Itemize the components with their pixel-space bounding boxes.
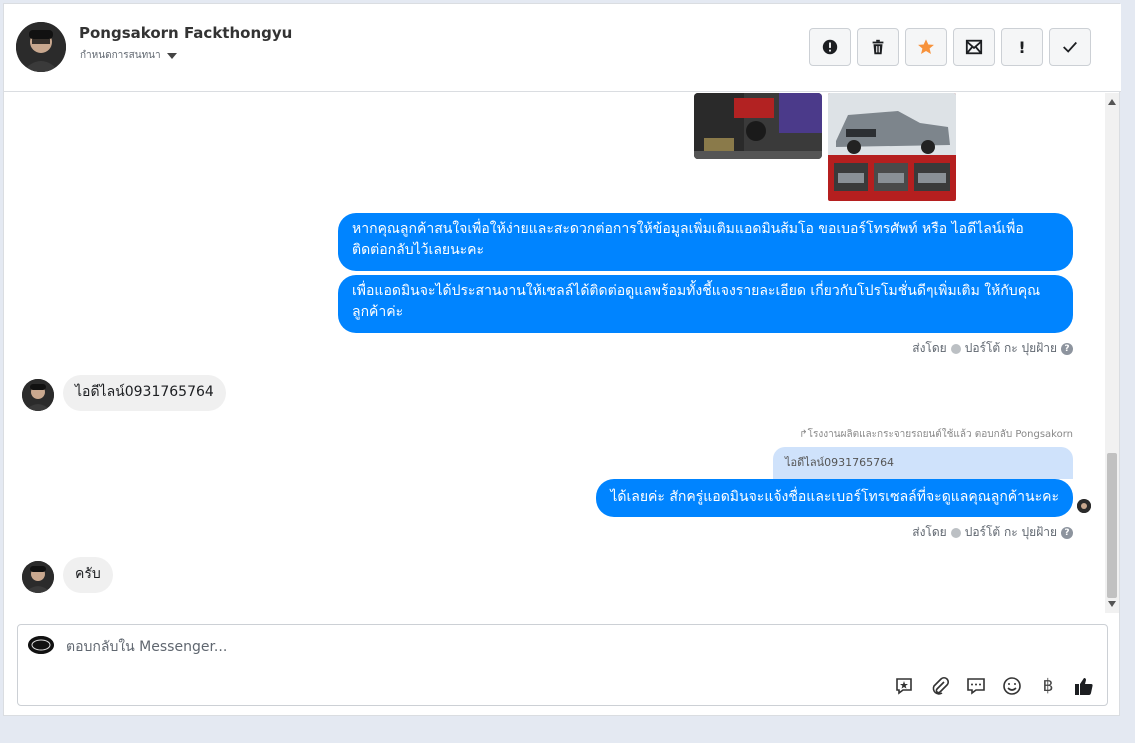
inbox-conversation-window: Pongsakorn Fackthongyu กำหนดการสนทนา ! ห… (3, 3, 1121, 716)
outgoing-message[interactable]: หากคุณลูกค้าสนใจเพื่อให้ง่ายและสะดวกต่อก… (338, 213, 1073, 271)
contact-name[interactable]: Pongsakorn Fackthongyu (79, 24, 292, 42)
assign-label: กำหนดการสนทนา (80, 50, 161, 61)
reply-composer: ฿ (17, 624, 1108, 706)
mark-unread-button[interactable] (953, 28, 995, 66)
attachment-icon (932, 676, 950, 695)
page-badge-icon (950, 527, 961, 538)
scroll-up-arrow-icon[interactable] (1108, 99, 1116, 105)
sender-name[interactable]: ปอร์โต้ กะ ปุยฝ้าย (965, 339, 1057, 358)
saved-reply-icon (896, 678, 912, 695)
comment-button[interactable] (965, 675, 987, 697)
page-badge-icon (950, 343, 961, 354)
mark-spam-icon (822, 39, 838, 55)
sent-by-info: ส่งโดย ปอร์โต้ กะ ปุยฝ้าย ? (912, 523, 1073, 542)
contact-avatar[interactable] (16, 22, 66, 72)
message-thread[interactable]: หากคุณลูกค้าสนใจเพื่อให้ง่ายและสะดวกต่อก… (4, 93, 1121, 613)
composer-tools: ฿ (893, 675, 1095, 697)
reply-input[interactable] (66, 637, 766, 657)
quoted-message[interactable]: ไอดีไลน์0931765764 (773, 447, 1073, 479)
baht-currency-icon: ฿ (1042, 676, 1054, 696)
sent-by-label: ส่งโดย (912, 525, 947, 539)
reply-context-note: ↱โรงงานผลิตและกระจายรถยนต์ใช้แล้ว ตอบกลั… (799, 429, 1073, 440)
assign-conversation-dropdown[interactable]: กำหนดการสนทนา (80, 48, 177, 63)
chevron-down-icon (166, 52, 177, 59)
seen-avatar (1077, 499, 1091, 513)
sender-name[interactable]: ปอร์โต้ กะ ปุยฝ้าย (965, 523, 1057, 542)
sent-by-label: ส่งโดย (912, 341, 947, 355)
mark-important-button[interactable]: ! (1001, 28, 1043, 66)
send-like-button[interactable] (1073, 675, 1095, 697)
scroll-down-arrow-icon[interactable] (1108, 601, 1116, 607)
outgoing-message[interactable]: เพื่อแอดมินจะได้ประสานงานให้เซลล์ได้ติดต… (338, 275, 1073, 333)
done-check-icon (1063, 41, 1077, 53)
mark-unread-icon (965, 39, 983, 55)
mark-spam-button[interactable] (809, 28, 851, 66)
thread-scrollbar[interactable] (1105, 93, 1119, 613)
page-avatar (28, 636, 54, 654)
star-icon (918, 39, 934, 55)
sent-by-info: ส่งโดย ปอร์โต้ กะ ปุยฝ้าย ? (912, 339, 1073, 358)
comment-icon (967, 678, 985, 695)
scroll-thumb[interactable] (1107, 453, 1117, 598)
contact-avatar-small[interactable] (22, 379, 54, 411)
exclamation-icon: ! (1018, 37, 1026, 57)
shared-photo-pickup-truck[interactable] (828, 93, 956, 201)
shared-photo-interior[interactable] (694, 93, 822, 159)
delete-button[interactable] (857, 28, 899, 66)
conversation-actions: ! (809, 28, 1091, 66)
star-button[interactable] (905, 28, 947, 66)
trash-icon (872, 39, 884, 55)
emoji-icon (1003, 677, 1021, 695)
incoming-message[interactable]: ครับ (63, 557, 113, 593)
conversation-header: Pongsakorn Fackthongyu กำหนดการสนทนา ! (4, 4, 1121, 92)
incoming-message[interactable]: ไอดีไลน์0931765764 (63, 375, 226, 411)
done-button[interactable] (1049, 28, 1091, 66)
contact-avatar-small[interactable] (22, 561, 54, 593)
emoji-button[interactable] (1001, 675, 1023, 697)
help-question-icon[interactable]: ? (1061, 342, 1073, 355)
payment-button[interactable]: ฿ (1037, 675, 1059, 697)
like-thumb-icon (1075, 678, 1093, 695)
attach-file-button[interactable] (929, 675, 951, 697)
outgoing-message[interactable]: ได้เลยค่ะ สักครู่แอดมินจะแจ้งชื่อและเบอร… (596, 479, 1073, 517)
saved-reply-button[interactable] (893, 675, 915, 697)
help-question-icon[interactable]: ? (1061, 526, 1073, 539)
